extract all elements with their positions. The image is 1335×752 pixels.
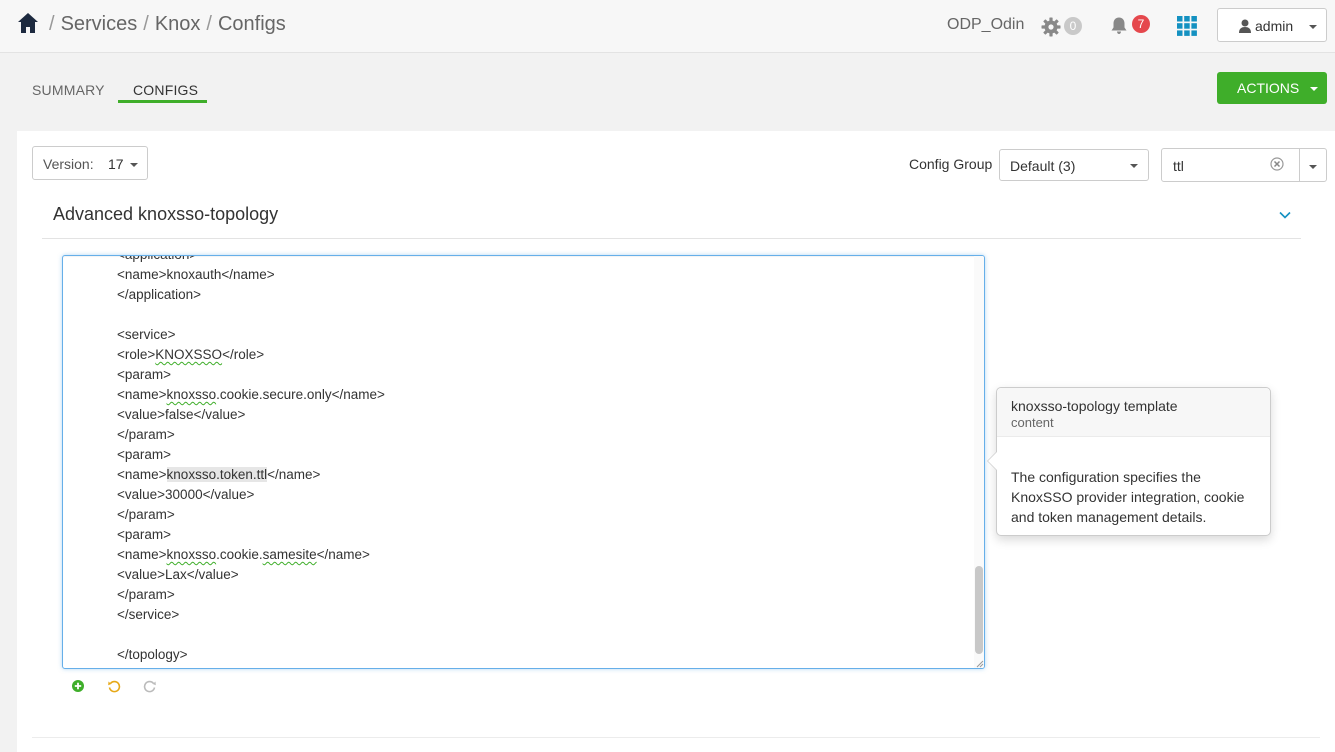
code-line: </param> [117, 587, 175, 602]
version-label: Version: [43, 156, 94, 172]
code-line: <name>knoxsso.cookie.samesite</name> [117, 547, 370, 562]
chevron-down-icon [1309, 165, 1317, 169]
tab-configs[interactable]: CONFIGS [133, 82, 198, 98]
popover-title: knoxsso-topology template [1011, 398, 1178, 414]
user-menu-button[interactable]: admin [1217, 8, 1327, 42]
undo-icon[interactable] [107, 679, 121, 693]
chevron-down-icon [1130, 164, 1138, 168]
code-line: <application> [117, 256, 197, 265]
user-menu-label: admin [1255, 18, 1294, 34]
code-line: <param> [117, 447, 172, 462]
config-group-select[interactable]: Default (3) [999, 149, 1149, 181]
bell-icon [1111, 17, 1127, 34]
active-tab-indicator [118, 100, 207, 103]
version-selector[interactable]: Version: 17 [32, 146, 148, 180]
chevron-down-icon [1309, 25, 1317, 29]
background-ops-button[interactable]: 0 [1041, 15, 1087, 39]
scrollbar-thumb[interactable] [975, 566, 983, 654]
top-navbar: /Services/Knox/Configs ODP_Odin 0 7 [0, 0, 1335, 53]
add-override-icon[interactable] [71, 679, 85, 693]
code-line: </topology> [117, 647, 188, 662]
code-line: <param> [117, 527, 172, 542]
breadcrumb-separator: / [143, 13, 149, 35]
code-line-highlighted: <name>knoxsso.token.ttl</name> [117, 467, 321, 482]
refresh-icon[interactable] [143, 679, 157, 693]
ops-count-badge: 0 [1064, 17, 1082, 35]
filter-dropdown-button[interactable] [1299, 148, 1327, 182]
section-title[interactable]: Advanced knoxsso-topology [53, 204, 278, 225]
config-filter-input[interactable]: ttl [1161, 148, 1300, 182]
views-grid-icon[interactable] [1177, 16, 1197, 36]
popover-arrow-inner [988, 452, 997, 470]
breadcrumb-separator: / [206, 13, 212, 35]
code-line: </param> [117, 427, 175, 442]
popover-subtitle: content [1011, 415, 1054, 430]
code-line: <value>30000</value> [117, 487, 255, 502]
breadcrumb-knox[interactable]: Knox [155, 13, 201, 35]
breadcrumb: / Services / Knox / Configs [43, 13, 286, 36]
code-line: <role>KNOXSSO</role> [117, 347, 265, 362]
cluster-name[interactable]: ODP_Odin [947, 16, 1024, 34]
filter-value: ttl [1173, 158, 1184, 174]
section-divider [42, 238, 1301, 239]
user-icon [1239, 19, 1251, 33]
config-group-value: Default (3) [1010, 158, 1076, 174]
clear-filter-icon[interactable] [1270, 157, 1284, 171]
home-icon[interactable] [17, 12, 39, 34]
breadcrumb-configs: Configs [217, 13, 286, 35]
popover-header: knoxsso-topology template content [997, 388, 1270, 437]
description-popover: knoxsso-topology template content The co… [987, 387, 1271, 536]
search-match-highlight: knoxsso.token.ttl [166, 467, 268, 482]
code-line: </application> [117, 287, 202, 302]
chevron-down-icon [130, 163, 138, 167]
code-line: <value>false</value> [117, 407, 246, 422]
resize-handle-icon[interactable] [974, 658, 984, 668]
code-line: <name>knoxauth</name> [117, 267, 275, 282]
version-value: 17 [108, 156, 124, 172]
code-line: <name>knoxsso.cookie.secure.only</name> [117, 387, 385, 402]
breadcrumb-services[interactable]: Services [61, 13, 138, 35]
config-group-label: Config Group [909, 156, 993, 172]
alerts-button[interactable]: 7 [1109, 13, 1155, 39]
alerts-count-badge: 7 [1132, 15, 1150, 33]
config-textarea[interactable]: <application> <name>knoxauth</name> </ap… [62, 255, 985, 669]
code-line: <value>Lax</value> [117, 567, 239, 582]
code-line: <service> [117, 327, 176, 342]
actions-button[interactable]: ACTIONS [1217, 72, 1327, 104]
actions-label: ACTIONS [1237, 80, 1300, 96]
tab-summary[interactable]: SUMMARY [32, 82, 105, 98]
breadcrumb-separator: / [49, 13, 55, 35]
chevron-down-icon [1310, 87, 1318, 91]
popover-body: The configuration specifies the KnoxSSO … [1011, 469, 1245, 525]
code-line: <param> [117, 367, 172, 382]
gear-icon [1041, 17, 1061, 37]
bottom-divider [32, 737, 1320, 738]
chevron-down-icon[interactable] [1278, 208, 1292, 222]
code-line: </param> [117, 507, 175, 522]
code-line: </service> [117, 607, 180, 622]
